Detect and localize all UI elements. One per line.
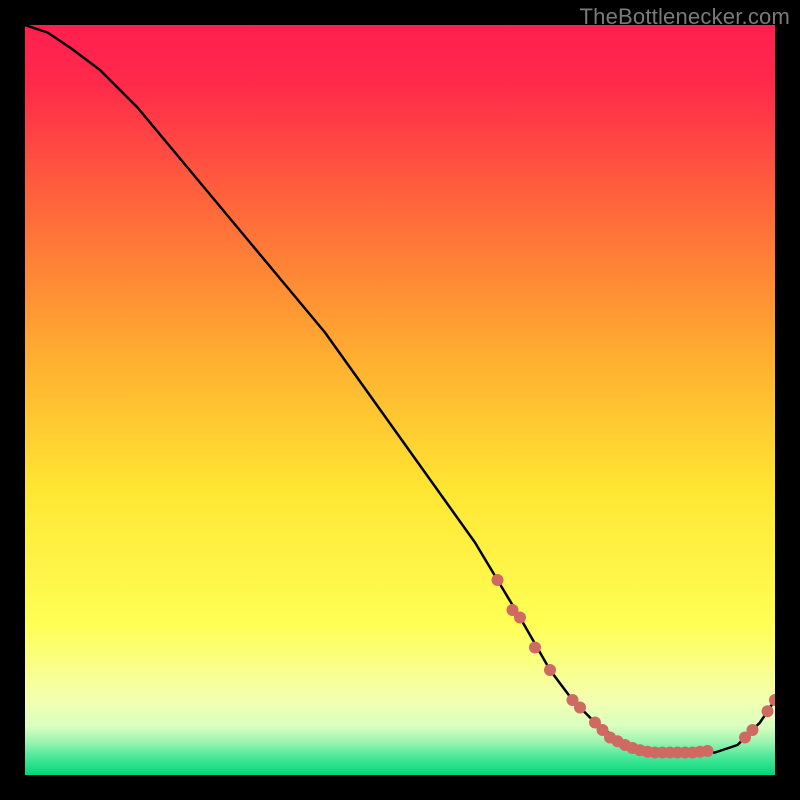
attribution-text: TheBottlenecker.com — [580, 4, 790, 30]
chart-stage: TheBottlenecker.com — [0, 0, 800, 800]
chart-plot-area — [25, 25, 775, 775]
curve-marker — [544, 664, 556, 676]
curve-marker — [702, 745, 714, 757]
curve-marker — [529, 642, 541, 654]
curve-marker — [574, 702, 586, 714]
chart-svg — [25, 25, 775, 775]
curve-marker — [492, 574, 504, 586]
curve-marker — [514, 612, 526, 624]
curve-marker — [762, 705, 774, 717]
chart-background — [25, 25, 775, 775]
curve-marker — [747, 724, 759, 736]
